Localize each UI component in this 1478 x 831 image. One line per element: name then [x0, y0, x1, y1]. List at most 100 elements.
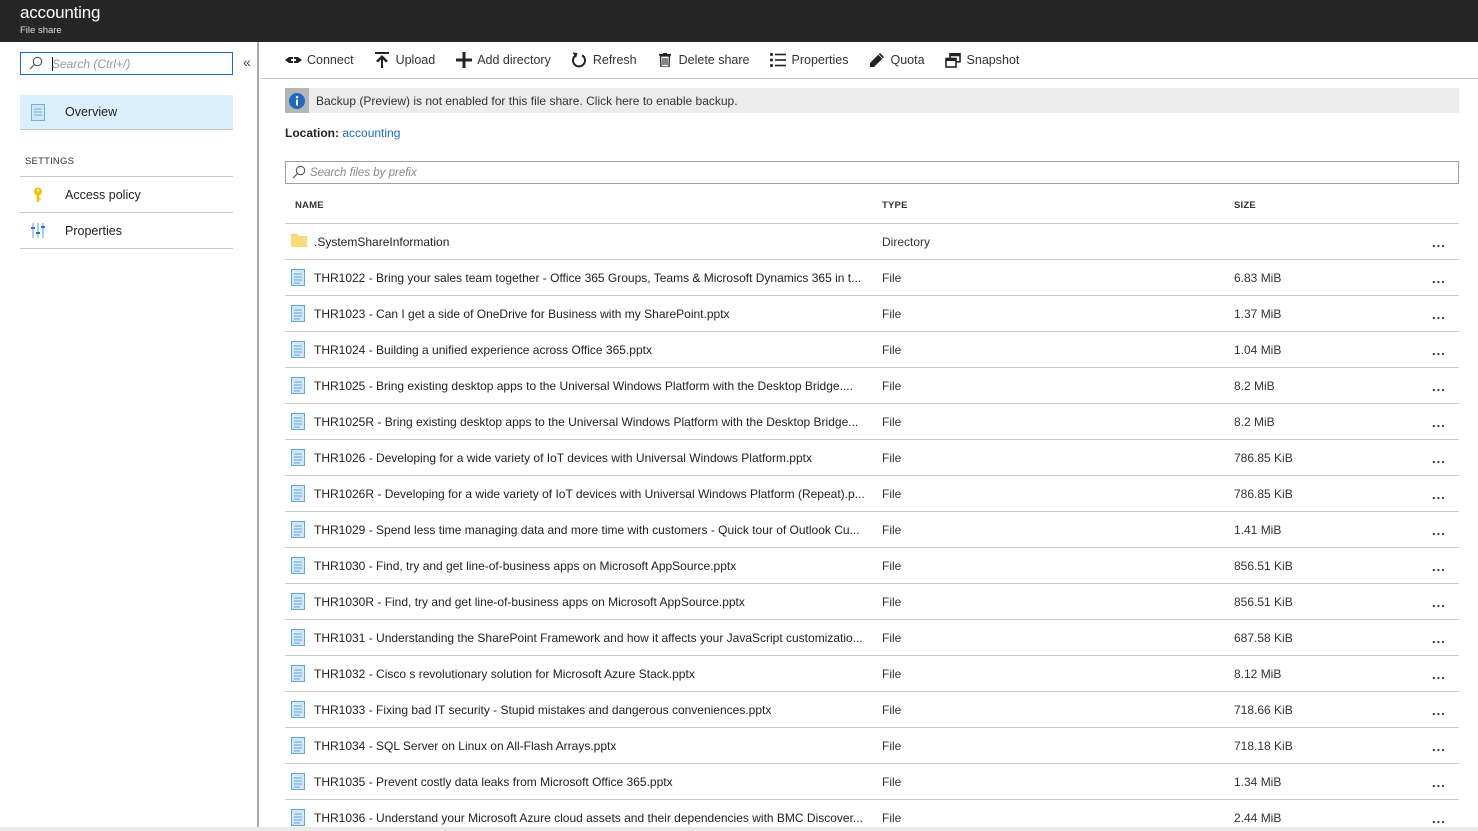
table-row[interactable]: THR1022 - Bring your sales team together…: [285, 260, 1459, 296]
type-cell: File: [882, 343, 902, 357]
properties-button[interactable]: Properties: [770, 45, 849, 75]
more-actions-button[interactable]: ...: [1432, 703, 1446, 718]
table-row[interactable]: THR1025 - Bring existing desktop apps to…: [285, 368, 1459, 404]
more-actions-button[interactable]: ...: [1432, 451, 1446, 466]
size-cell: 786.85 KiB: [1234, 451, 1293, 465]
column-header-name[interactable]: NAME: [295, 200, 324, 211]
table-row[interactable]: THR1031 - Understanding the SharePoint F…: [285, 620, 1459, 656]
delete-share-button[interactable]: Delete share: [657, 45, 750, 75]
table-row[interactable]: THR1029 - Spend less time managing data …: [285, 512, 1459, 548]
more-actions-button[interactable]: ...: [1432, 523, 1446, 538]
name-cell: THR1026 - Developing for a wide variety …: [291, 449, 871, 466]
file-name: .SystemShareInformation: [314, 234, 450, 249]
type-cell: File: [882, 379, 902, 393]
refresh-button[interactable]: Refresh: [571, 45, 637, 75]
file-icon: [291, 557, 307, 574]
table-header: NAME TYPE SIZE: [285, 188, 1459, 224]
more-actions-button[interactable]: ...: [1432, 379, 1446, 394]
file-icon: [291, 773, 307, 790]
more-actions-button[interactable]: ...: [1432, 739, 1446, 754]
column-header-type[interactable]: TYPE: [882, 200, 908, 211]
file-name: THR1031 - Understanding the SharePoint F…: [314, 630, 863, 645]
table-row[interactable]: THR1025R - Bring existing desktop apps t…: [285, 404, 1459, 440]
horizontal-scrollbar[interactable]: [0, 827, 1478, 831]
sidebar-search[interactable]: [20, 52, 233, 75]
table-row[interactable]: THR1030R - Find, try and get line-of-bus…: [285, 584, 1459, 620]
name-cell: THR1032 - Cisco s revolutionary solution…: [291, 665, 871, 682]
sidebar-item-label: Properties: [65, 223, 122, 238]
type-cell: File: [882, 811, 902, 825]
name-cell: THR1033 - Fixing bad IT security - Stupi…: [291, 701, 871, 718]
table-row[interactable]: THR1026 - Developing for a wide variety …: [285, 440, 1459, 476]
connect-label: Connect: [307, 53, 354, 67]
snapshot-button[interactable]: Snapshot: [945, 45, 1019, 75]
location-link[interactable]: accounting: [342, 126, 400, 140]
backup-banner[interactable]: Backup (Preview) is not enabled for this…: [285, 88, 1459, 113]
settings-section-heading: SETTINGS: [25, 156, 75, 167]
more-actions-button[interactable]: ...: [1432, 235, 1446, 250]
file-icon: [291, 521, 307, 538]
sidebar-search-input[interactable]: [52, 54, 227, 73]
type-cell: File: [882, 703, 902, 717]
collapse-sidebar-button[interactable]: «: [243, 54, 251, 70]
blade-header: accounting File share: [0, 0, 1478, 42]
table-row[interactable]: THR1026R - Developing for a wide variety…: [285, 476, 1459, 512]
type-cell: File: [882, 523, 902, 537]
sidebar-item-overview[interactable]: Overview: [20, 95, 233, 130]
type-cell: Directory: [882, 235, 931, 249]
table-row[interactable]: THR1030 - Find, try and get line-of-busi…: [285, 548, 1459, 584]
size-cell: 8.2 MiB: [1234, 415, 1275, 429]
column-header-size[interactable]: SIZE: [1234, 200, 1256, 211]
size-cell: 1.37 MiB: [1234, 307, 1282, 321]
file-icon: [291, 341, 307, 358]
type-cell: File: [882, 775, 902, 789]
file-name: THR1024 - Building a unified experience …: [314, 342, 652, 357]
sidebar-item-properties[interactable]: Properties: [20, 213, 233, 248]
more-actions-button[interactable]: ...: [1432, 631, 1446, 646]
name-cell: .SystemShareInformation: [291, 233, 871, 250]
name-cell: THR1023 - Can I get a side of OneDrive f…: [291, 305, 871, 322]
blade-subtitle: File share: [20, 25, 62, 36]
file-search[interactable]: [285, 161, 1459, 184]
size-cell: 687.58 KiB: [1234, 631, 1293, 645]
upload-button[interactable]: Upload: [374, 45, 435, 75]
file-name: THR1034 - SQL Server on Linux on All-Fla…: [314, 738, 617, 753]
file-icon: [291, 485, 307, 502]
table-row[interactable]: .SystemShareInformation Directory ...: [285, 224, 1459, 260]
quota-button[interactable]: Quota: [868, 45, 925, 75]
sidebar-item-access-policy[interactable]: Access policy: [20, 177, 233, 212]
table-row[interactable]: THR1033 - Fixing bad IT security - Stupi…: [285, 692, 1459, 728]
file-name: THR1036 - Understand your Microsoft Azur…: [314, 810, 863, 825]
table-row[interactable]: THR1032 - Cisco s revolutionary solution…: [285, 656, 1459, 692]
name-cell: THR1036 - Understand your Microsoft Azur…: [291, 809, 871, 826]
size-cell: 8.2 MiB: [1234, 379, 1275, 393]
table-row[interactable]: THR1034 - SQL Server on Linux on All-Fla…: [285, 728, 1459, 764]
add-directory-button[interactable]: Add directory: [455, 45, 551, 75]
more-actions-button[interactable]: ...: [1432, 415, 1446, 430]
properties-label: Properties: [791, 53, 849, 67]
table-row[interactable]: THR1023 - Can I get a side of OneDrive f…: [285, 296, 1459, 332]
more-actions-button[interactable]: ...: [1432, 811, 1446, 826]
more-actions-button[interactable]: ...: [1432, 667, 1446, 682]
type-cell: File: [882, 595, 902, 609]
table-row[interactable]: THR1024 - Building a unified experience …: [285, 332, 1459, 368]
file-name: THR1032 - Cisco s revolutionary solution…: [314, 666, 695, 681]
more-actions-button[interactable]: ...: [1432, 595, 1446, 610]
connect-button[interactable]: Connect: [285, 45, 354, 75]
file-icon: [291, 413, 307, 430]
more-actions-button[interactable]: ...: [1432, 271, 1446, 286]
more-actions-button[interactable]: ...: [1432, 487, 1446, 502]
refresh-icon: [571, 52, 588, 69]
name-cell: THR1026R - Developing for a wide variety…: [291, 485, 871, 502]
more-actions-button[interactable]: ...: [1432, 343, 1446, 358]
more-actions-button[interactable]: ...: [1432, 775, 1446, 790]
table-row[interactable]: THR1035 - Prevent costly data leaks from…: [285, 764, 1459, 800]
more-actions-button[interactable]: ...: [1432, 307, 1446, 322]
file-icon: [291, 665, 307, 682]
file-search-input[interactable]: [310, 163, 1450, 182]
name-cell: THR1025R - Bring existing desktop apps t…: [291, 413, 871, 430]
more-actions-button[interactable]: ...: [1432, 559, 1446, 574]
size-cell: 8.12 MiB: [1234, 667, 1282, 681]
command-bar: Connect Upload Add directory Refresh Del…: [261, 42, 1478, 79]
file-icon: [291, 809, 307, 826]
